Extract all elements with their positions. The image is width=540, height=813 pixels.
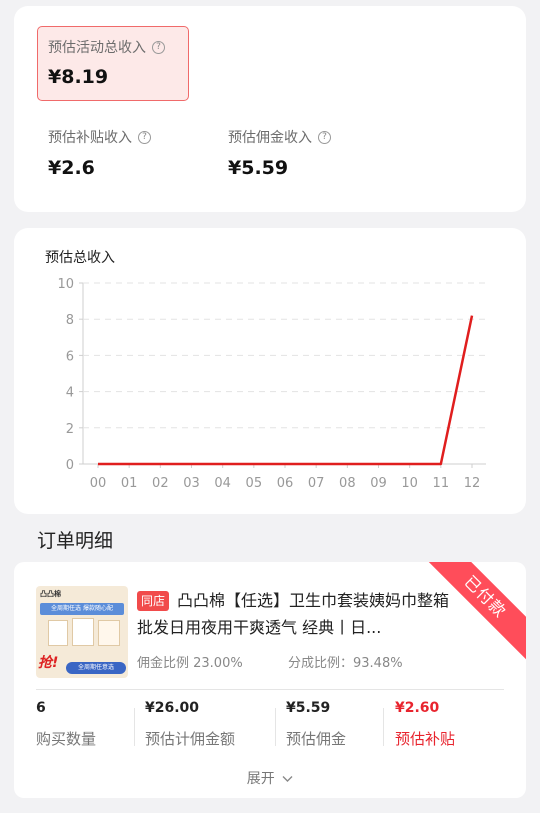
- series-line: [98, 315, 474, 466]
- chevron-down-icon: [282, 776, 293, 782]
- y-tick-label: 8: [66, 313, 74, 328]
- stat-commission-label: 预估佣金: [286, 730, 347, 748]
- x-tick-label: 08: [339, 476, 356, 491]
- stat-commission: ¥5.59 预估佣金: [286, 700, 346, 756]
- subsidy-income-label: 预估补贴收入 ?: [48, 127, 151, 147]
- income-summary-card: 预估活动总收入 ? ¥8.19 预估补贴收入 ? ¥2.6 预估佣金收入 ? ¥…: [14, 6, 526, 212]
- stat-commission-base-value: ¥26.00: [145, 700, 200, 716]
- x-tick-label: 02: [152, 476, 169, 491]
- income-chart-card: 预估总收入 0 2 4 6 8 10 00 01 02 03 04 05 06 07 08 09 10 11 12: [14, 228, 526, 514]
- help-icon[interactable]: ?: [152, 40, 165, 54]
- shop-badge: 同店: [137, 591, 170, 611]
- product-thumbnail[interactable]: 凸凸棉 全周期任选 爆款随心配 抢! 全周期任意选: [36, 586, 128, 678]
- thumb-pack-1: [48, 620, 68, 646]
- x-tick-label: 06: [277, 476, 294, 491]
- order-card[interactable]: 已付款 凸凸棉 全周期任选 爆款随心配 抢! 全周期任意选 凸凸棉【任选】卫生巾…: [14, 562, 526, 798]
- stat-commission-value: ¥5.59: [286, 700, 331, 716]
- commission-income-label: 预估佣金收入 ?: [228, 127, 331, 147]
- x-tick-label: 01: [121, 476, 138, 491]
- stat-subsidy: ¥2.60 预估补贴: [395, 700, 455, 756]
- stat-commission-base-label: 预估计佣金额: [145, 730, 236, 748]
- help-icon[interactable]: ?: [138, 130, 151, 144]
- commission-income-value: ¥5.59: [228, 157, 289, 179]
- income-line-chart: 024681000 01 02 03 04 05 06 07 08 09 10 11 12: [57, 277, 486, 491]
- x-tick-label: 05: [246, 476, 263, 491]
- commission-rate: 佣金比例 23.00%: [137, 656, 243, 671]
- share-rate: 分成比例：93.48%: [288, 656, 403, 671]
- x-tick-label: 12: [464, 476, 481, 491]
- x-tick-label: 07: [308, 476, 325, 491]
- divider: [36, 689, 504, 690]
- y-tick-label: 10: [57, 277, 74, 292]
- x-tick-label: 10: [401, 476, 418, 491]
- thumb-pack-3: [98, 620, 120, 646]
- x-tick-label: 03: [183, 476, 200, 491]
- product-title[interactable]: 凸凸棉【任选】卫生巾套装姨妈巾整箱批发日用夜用干爽透气 经典丨日...: [137, 587, 457, 641]
- y-tick-label: 6: [66, 349, 74, 364]
- stat-separator: [383, 708, 384, 746]
- thumb-pack-2: [72, 618, 94, 646]
- x-tick-label: 11: [433, 476, 450, 491]
- stat-subsidy-value: ¥2.60: [395, 700, 440, 716]
- x-tick-label: 09: [370, 476, 387, 491]
- order-details-title: 订单明细: [37, 530, 114, 552]
- x-tick-label: 04: [214, 476, 231, 491]
- y-tick-label: 2: [66, 422, 74, 437]
- total-income-label: 预估活动总收入 ?: [48, 37, 165, 57]
- stat-quantity: 6 购买数量: [36, 700, 96, 756]
- stat-separator: [275, 708, 276, 746]
- y-tick-label: 0: [66, 458, 74, 473]
- stat-separator: [134, 708, 135, 746]
- x-tick-label: 00: [90, 476, 107, 491]
- thumb-footer: 全周期任意选: [66, 662, 126, 674]
- y-tick-label: 4: [66, 386, 74, 401]
- stat-commission-base: ¥26.00 预估计佣金额: [145, 700, 235, 756]
- help-icon[interactable]: ?: [318, 130, 331, 144]
- total-income-value: ¥8.19: [48, 66, 109, 88]
- thumb-brand: 凸凸棉: [40, 590, 61, 598]
- stat-quantity-value: 6: [36, 700, 46, 716]
- stat-subsidy-label: 预估补贴: [395, 730, 456, 748]
- expand-button[interactable]: 展开: [14, 768, 526, 788]
- subsidy-income-value: ¥2.6: [48, 157, 95, 179]
- expand-label: 展开: [246, 771, 275, 787]
- thumb-promo: 全周期任选 爆款随心配: [40, 603, 124, 615]
- thumb-grab: 抢!: [38, 655, 59, 671]
- stat-quantity-label: 购买数量: [36, 730, 97, 748]
